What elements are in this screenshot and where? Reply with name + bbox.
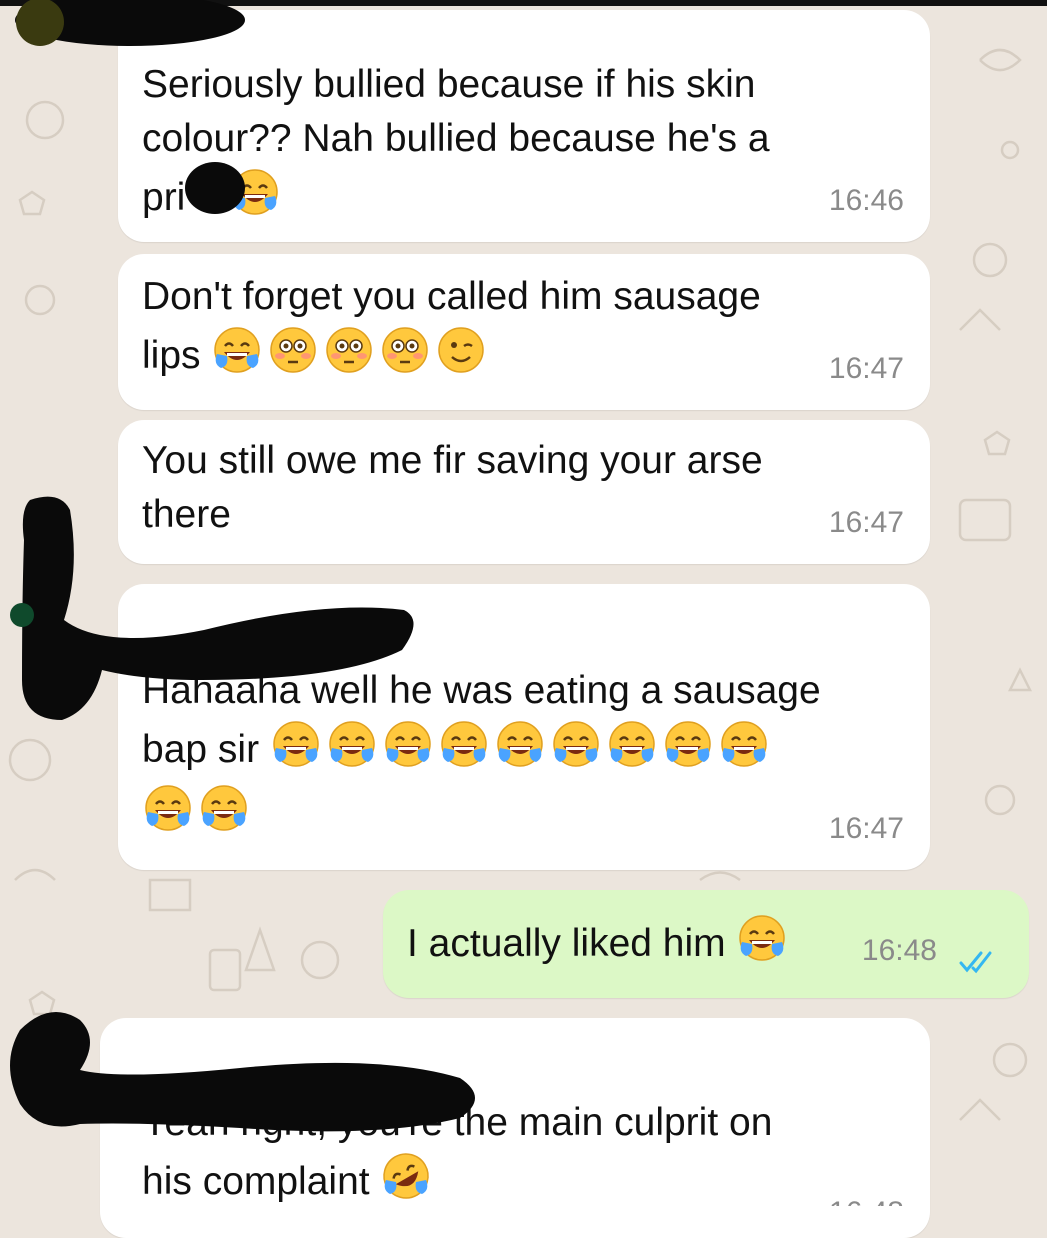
message-timestamp: 16:48 xyxy=(861,934,937,967)
status-bar-edge xyxy=(0,0,1047,6)
message-timestamp: 16:47 xyxy=(828,506,904,539)
face-with-tears-of-joy-icon xyxy=(662,718,714,770)
message-bubble-incoming[interactable]: You still owe me fir saving your arse th… xyxy=(118,420,930,564)
face-with-tears-of-joy-icon xyxy=(438,718,490,770)
message-timestamp: 16:46 xyxy=(828,184,904,217)
message-line: there xyxy=(142,493,231,536)
face-with-tears-of-joy-icon xyxy=(142,782,194,834)
face-with-tears-of-joy-icon xyxy=(326,718,378,770)
message-bubble-incoming[interactable]: Don't forget you called him sausage lips… xyxy=(118,254,930,410)
message-line: pri xyxy=(142,166,906,225)
message-line: You still owe me fir saving your arse xyxy=(142,439,763,482)
emoji-run xyxy=(270,721,774,771)
face-with-tears-of-joy-icon xyxy=(718,718,770,770)
double-check-read-icon xyxy=(959,951,992,974)
message-line: Hahaaha well he was eating a sausage xyxy=(142,669,821,712)
message-bubble-incoming[interactable]: Hahaaha well he was eating a sausage bap… xyxy=(118,584,930,870)
face-with-tears-of-joy-icon xyxy=(606,718,658,770)
message-bubble-incoming[interactable]: Seriously bullied because if his skin co… xyxy=(118,10,930,242)
message-line xyxy=(142,782,906,841)
message-line: his complaint xyxy=(142,1150,906,1209)
message-line: Yeah right, you're the main culprit on xyxy=(142,1101,773,1144)
face-with-tears-of-joy-icon xyxy=(211,324,263,376)
face-with-tears-of-joy-icon xyxy=(270,718,322,770)
message-text: You still owe me fir saving your arse th… xyxy=(142,434,906,542)
face-with-tears-of-joy-icon xyxy=(736,912,788,964)
message-text: Hahaaha well he was eating a sausage bap… xyxy=(142,664,906,841)
message-bubble-incoming[interactable]: Yeah right, you're the main culprit on h… xyxy=(100,1018,930,1238)
flushed-face-icon xyxy=(379,324,431,376)
message-text: Don't forget you called him sausage lips xyxy=(142,270,906,383)
message-line: colour?? Nah bullied because he's a xyxy=(142,117,770,160)
message-text: Yeah right, you're the main culprit on h… xyxy=(142,1096,906,1209)
face-with-tears-of-joy-icon xyxy=(382,718,434,770)
face-with-tears-of-joy-icon xyxy=(494,718,546,770)
message-line: bap sir xyxy=(142,718,906,778)
message-text: Seriously bullied because if his skin co… xyxy=(142,58,906,225)
rolling-on-floor-laughing-icon xyxy=(380,1150,432,1202)
flushed-face-icon xyxy=(267,324,319,376)
face-with-tears-of-joy-icon xyxy=(550,718,602,770)
message-timestamp: 16:47 xyxy=(828,352,904,385)
message-bubble-outgoing[interactable]: I actually liked him 16:48 xyxy=(383,890,1029,998)
message-timestamp: 16:48 xyxy=(829,1186,904,1206)
message-line: Don't forget you called him sausage xyxy=(142,275,761,318)
message-line: Seriously bullied because if his skin xyxy=(142,63,756,106)
message-line: lips xyxy=(142,324,906,383)
face-with-tears-of-joy-icon xyxy=(198,782,250,834)
message-timestamp: 16:47 xyxy=(828,812,904,845)
sender-name xyxy=(140,1048,460,1078)
flushed-face-icon xyxy=(323,324,375,376)
face-with-tears-of-joy-icon xyxy=(229,166,281,218)
winking-face-icon xyxy=(435,324,487,376)
